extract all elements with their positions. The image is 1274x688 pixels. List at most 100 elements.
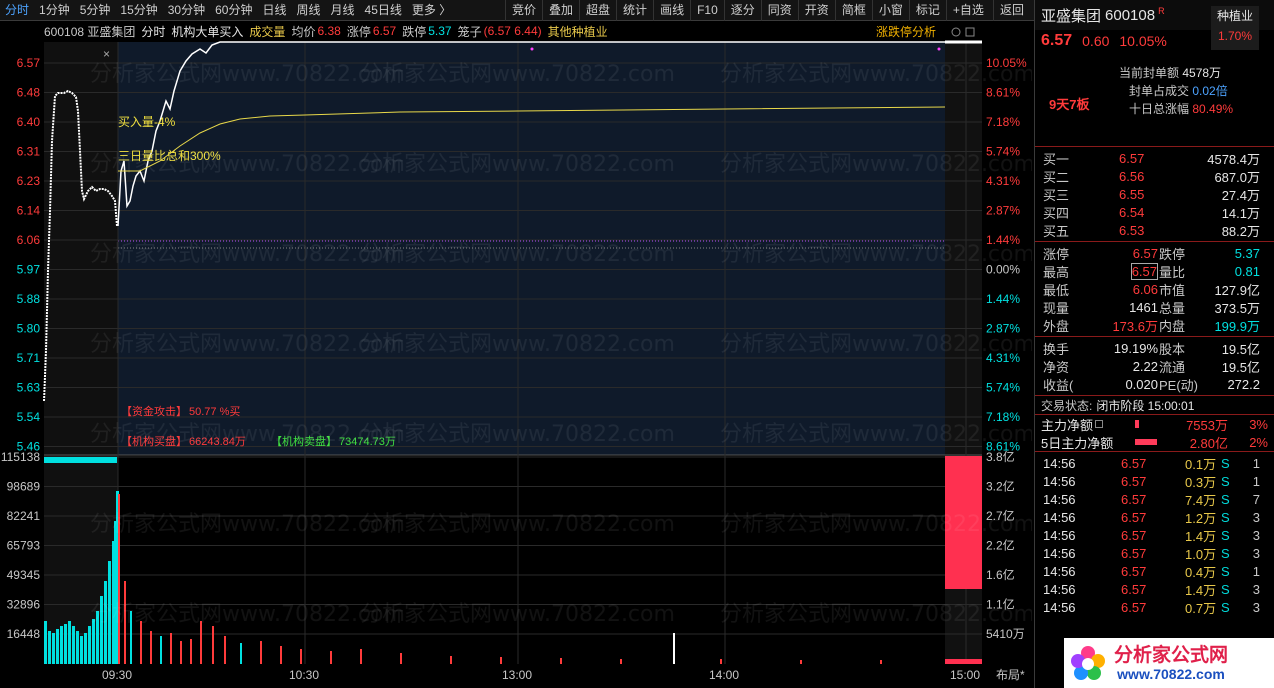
volume-bar [44, 621, 47, 664]
volume-bar [68, 621, 71, 664]
volume-bar [180, 641, 182, 664]
sector-name: 种植业 [1216, 9, 1253, 23]
sector-link[interactable]: 其他种植业 [548, 23, 608, 40]
auction-button[interactable]: 竞价 [505, 0, 542, 21]
volume-bar [60, 626, 63, 664]
stat-value: 0.81 [1234, 263, 1260, 279]
tab-5min[interactable]: 5分钟 [75, 0, 116, 21]
limit-analysis-link[interactable]: 涨跌停分析 [876, 24, 936, 39]
tick-volume: 0.1万 [1185, 456, 1217, 472]
volume-bar [260, 641, 262, 664]
price-tick-label: 6.31 [17, 145, 41, 159]
bid-volume: 687.0万 [1214, 169, 1260, 185]
pct-tick-label: 1.44% [986, 292, 1020, 306]
stat-value: 173.6万 [1112, 318, 1158, 334]
zoom-icon[interactable] [951, 27, 961, 37]
tab-1min[interactable]: 1分钟 [34, 0, 75, 21]
tab-monthly[interactable]: 月线 [326, 0, 360, 21]
volume-bar [48, 631, 51, 664]
main-net-info-icon[interactable] [1095, 420, 1104, 428]
overlay-button[interactable]: 叠加 [542, 0, 579, 21]
period-tabs: 分时 1分钟 5分钟 15分钟 30分钟 60分钟 日线 周线 月线 45日线 … [0, 0, 456, 21]
tick-side: S [1221, 455, 1230, 471]
tab-more[interactable]: 更多 〉 [407, 0, 456, 21]
sector-box[interactable]: 种植业 1.70% [1211, 6, 1259, 50]
watermark-text: 分析家公式网www.70822.com [90, 62, 405, 87]
stat-value: 6.57 [1132, 245, 1158, 261]
mark-button[interactable]: 标记 [908, 0, 946, 21]
tick-price: 6.57 [1121, 473, 1147, 489]
draw-line-button[interactable]: 画线 [653, 0, 690, 21]
close-amount-bar-small [945, 659, 982, 664]
tick-side: S [1221, 581, 1230, 597]
tab-60min[interactable]: 60分钟 [210, 0, 257, 21]
watermark-text: 分析家公式网www.70822.com [90, 152, 405, 177]
add-watchlist-button[interactable]: +自选 [945, 0, 990, 21]
bid-row[interactable]: 买四 6.54 14.1万 [1035, 203, 1274, 221]
trade-status-value: 闭市阶段 15:00:01 [1096, 398, 1195, 413]
volume-bar [84, 633, 87, 664]
price-tick-label: 5.71 [17, 351, 41, 365]
volume-bar [500, 657, 502, 664]
stat-label: 市值 [1159, 282, 1186, 298]
back-button[interactable]: 返回 [993, 0, 1030, 21]
tab-weekly[interactable]: 周线 [291, 0, 325, 21]
stat-label: 量比 [1159, 264, 1186, 280]
logo-url: www.70822.com [1117, 666, 1225, 682]
small-window-button[interactable]: 小窗 [871, 0, 909, 21]
bid-label: 买一 [1043, 151, 1070, 167]
tab-30min[interactable]: 30分钟 [163, 0, 210, 21]
volume-bar [80, 636, 83, 664]
event-marker [530, 47, 534, 51]
sector-pct: 1.70% [1217, 29, 1253, 43]
tick-list[interactable]: 14:56 6.57 0.1万 S 1 14:56 6.57 0.3万 S 1 14:56 6.57 7… [1035, 452, 1274, 616]
tick-volume: 1.0万 [1185, 546, 1217, 562]
stat-label: 流通 [1159, 359, 1186, 375]
tick-count: 1 [1252, 455, 1260, 471]
tick-count: 3 [1252, 599, 1260, 615]
layout-label: 布局* [996, 668, 1025, 682]
price-change-pct: 10.05% [1119, 33, 1167, 49]
seal-amount-value: 4578万 [1182, 66, 1222, 80]
bid-row[interactable]: 买一 6.57 4578.4万 [1035, 149, 1274, 167]
same-fund-button[interactable]: 同资 [760, 0, 798, 21]
bid-volume: 14.1万 [1221, 205, 1260, 221]
tab-daily[interactable]: 日线 [257, 0, 291, 21]
stat-value: 373.5万 [1214, 300, 1260, 316]
tick-row: 14:56 6.57 7.4万 S 7 [1035, 490, 1274, 508]
tick-volume: 7.4万 [1185, 492, 1217, 508]
intraday-chart[interactable]: 6.57 6.48 6.40 6.31 6.23 6.14 6.06 5.97 5.88 5.80… [0, 21, 1032, 688]
tab-intraday[interactable]: 分时 [0, 0, 34, 21]
ten-day-value: 80.49% [1192, 102, 1234, 116]
volume-bar [673, 633, 675, 664]
close-icon[interactable]: × [103, 47, 110, 61]
tick-row: 14:56 6.57 1.0万 S 3 [1035, 544, 1274, 562]
chart-canvas[interactable]: 6.57 6.48 6.40 6.31 6.23 6.14 6.06 5.97 5.88 5.80… [0, 21, 1032, 688]
price-tick-label: 5.54 [17, 410, 41, 424]
tab-45day[interactable]: 45日线 [360, 0, 407, 21]
f10-button[interactable]: F10 [690, 0, 724, 21]
super-button[interactable]: 超盘 [579, 0, 616, 21]
stats-button[interactable]: 统计 [616, 0, 653, 21]
bid-row[interactable]: 买二 6.56 687.0万 [1035, 167, 1274, 185]
tick-count: 1 [1252, 473, 1260, 489]
stat-label: 最低 [1043, 282, 1070, 298]
stat-value: 0.020 [1125, 376, 1158, 392]
watermark-text: 分析家公式网www.70822.com [360, 242, 675, 267]
avg-label: 均价 [291, 24, 316, 39]
tick-time: 14:56 [1043, 527, 1076, 543]
open-fund-button[interactable]: 开资 [797, 0, 835, 21]
bid-row[interactable]: 买五 6.53 88.2万 [1035, 221, 1274, 239]
stock-code: 600108 [1105, 6, 1156, 24]
watermark-text: 分析家公式网www.70822.com [720, 242, 1032, 267]
watermark-text: 分析家公式网www.70822.com [90, 512, 405, 537]
simple-frame-button[interactable]: 简框 [834, 0, 872, 21]
per-minute-button[interactable]: 逐分 [723, 0, 761, 21]
expand-icon[interactable] [965, 27, 975, 37]
tab-15min[interactable]: 15分钟 [115, 0, 162, 21]
tick-row: 14:56 6.57 0.3万 S 1 [1035, 472, 1274, 490]
bid-row[interactable]: 买三 6.55 27.4万 [1035, 185, 1274, 203]
chart-indicator[interactable]: 机构大单买入 [171, 23, 243, 40]
volume-bar [620, 659, 622, 664]
tick-row: 14:56 6.57 1.2万 S 3 [1035, 508, 1274, 526]
